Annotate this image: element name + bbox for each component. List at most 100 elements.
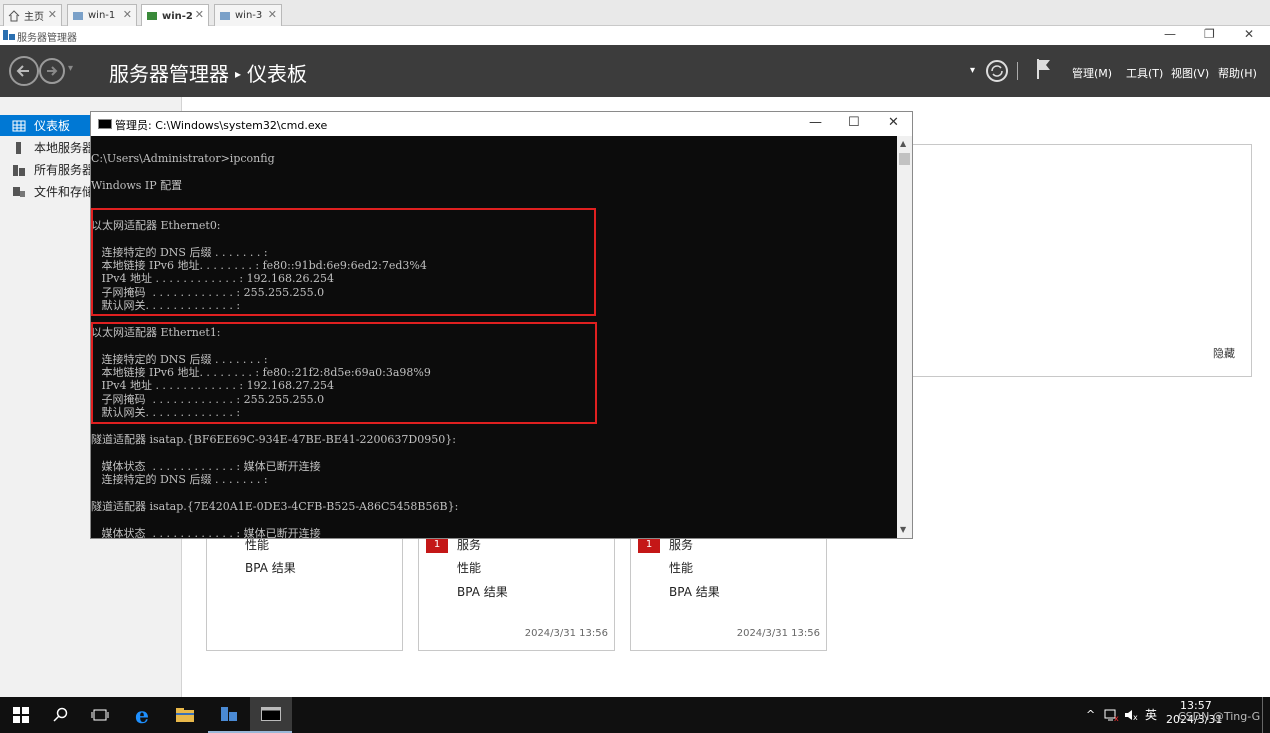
breadcrumb: 服务器管理器 ▸ 仪表板 xyxy=(109,58,307,87)
vm-tab-label: win-1 xyxy=(88,10,116,21)
server-manager-icon xyxy=(3,29,15,41)
close-button[interactable]: ✕ xyxy=(1244,27,1254,41)
cmd-close-button[interactable]: ✕ xyxy=(888,115,899,130)
vm-tab-win3[interactable]: win-3 ✕ xyxy=(214,4,282,26)
tile-timestamp: 2024/3/31 13:56 xyxy=(524,628,608,639)
close-icon[interactable]: ✕ xyxy=(123,8,132,21)
taskbar-ie[interactable]: e xyxy=(123,697,165,733)
close-icon[interactable]: ✕ xyxy=(268,8,277,21)
sidebar-item-label: 所有服务器 xyxy=(34,163,95,177)
page-title: 仪表板 xyxy=(247,62,308,86)
sidebar-item-label: 仪表板 xyxy=(34,119,71,133)
search-icon xyxy=(53,707,68,722)
search-button[interactable] xyxy=(40,697,82,733)
scrollbar-thumb[interactable] xyxy=(899,153,910,165)
app-title-bar: 服务器管理器 — ❐ ✕ xyxy=(0,26,1270,45)
cmd-icon xyxy=(98,119,112,129)
breadcrumb-separator: ▸ xyxy=(235,67,242,81)
highlight-box-ethernet0 xyxy=(91,208,596,316)
vm-tab-win1[interactable]: win-1 ✕ xyxy=(67,4,137,26)
hide-link[interactable]: 隐藏 xyxy=(1213,345,1235,361)
taskbar-server-manager[interactable] xyxy=(208,697,250,733)
close-icon[interactable]: ✕ xyxy=(48,8,57,21)
tray-overflow-icon[interactable]: ^ xyxy=(1086,708,1095,721)
tile-row-performance[interactable]: 性能 xyxy=(457,559,481,576)
cmd-maximize-button[interactable]: ☐ xyxy=(848,115,860,130)
tile-timestamp: 2024/3/31 13:56 xyxy=(736,628,820,639)
taskbar-cmd[interactable] xyxy=(250,697,292,733)
menu-view[interactable]: 视图(V) xyxy=(1171,65,1209,81)
servers-icon xyxy=(12,163,26,177)
tile-row-bpa[interactable]: BPA 结果 xyxy=(245,559,296,576)
folder-icon xyxy=(176,708,194,722)
taskbar: e ^ x x 英 13:57 2024/3/31 CSDN @Ting-G xyxy=(0,697,1270,733)
notification-flag-icon[interactable] xyxy=(1036,58,1052,83)
console-line: Windows IP 配置 xyxy=(91,179,183,192)
tile-row-bpa[interactable]: BPA 结果 xyxy=(669,583,720,600)
close-icon[interactable]: ✕ xyxy=(195,8,204,21)
show-desktop-button[interactable] xyxy=(1262,697,1263,733)
console-line: 媒体状态 . . . . . . . . . . . . : 媒体已断开连接 xyxy=(91,460,321,473)
server-manager-icon xyxy=(221,707,237,721)
vm-tab-bar: 主页 ✕ win-1 ✕ win-2 ✕ win-3 ✕ xyxy=(0,0,1270,27)
alert-count-badge: 1 xyxy=(638,537,660,553)
svg-text:x: x xyxy=(1133,713,1138,722)
menu-manage[interactable]: 管理(M) xyxy=(1072,65,1112,81)
vm-icon xyxy=(72,10,84,22)
vm-tab-label: win-3 xyxy=(235,10,263,21)
server-tile[interactable]: 性能 BPA 结果 xyxy=(206,535,403,651)
server-tile[interactable]: 1 服务 性能 BPA 结果 2024/3/31 13:56 xyxy=(418,535,615,651)
highlight-box-ethernet1 xyxy=(91,322,597,424)
svg-text:e: e xyxy=(135,704,149,726)
sidebar-item-label: 文件和存储 xyxy=(34,185,95,199)
divider xyxy=(1017,62,1018,80)
cmd-title: 管理员: C:\Windows\system32\cmd.exe xyxy=(115,119,328,132)
console-line: 媒体状态 . . . . . . . . . . . . : 媒体已断开连接 xyxy=(91,527,321,538)
vm-tab-label: 主页 xyxy=(24,12,44,23)
minimize-button[interactable]: — xyxy=(1164,27,1176,41)
server-tile[interactable]: 1 服务 性能 BPA 结果 2024/3/31 13:56 xyxy=(630,535,827,651)
sidebar-item-label: 本地服务器 xyxy=(34,141,95,155)
scroll-up-arrow-icon[interactable]: ▲ xyxy=(900,139,906,148)
task-view-button[interactable] xyxy=(79,697,121,733)
windows-logo-icon xyxy=(13,707,29,723)
ime-indicator[interactable]: 英 xyxy=(1145,706,1157,723)
console-output[interactable]: C:\Users\Administrator>ipconfig Windows … xyxy=(91,136,897,538)
network-icon[interactable]: x xyxy=(1104,708,1120,725)
menu-help[interactable]: 帮助(H) xyxy=(1218,65,1257,81)
cmd-scrollbar[interactable]: ▲ ▼ xyxy=(897,136,912,538)
cmd-title-bar[interactable]: 管理员: C:\Windows\system32\cmd.exe — ☐ ✕ xyxy=(91,112,912,136)
menu-tools[interactable]: 工具(T) xyxy=(1126,65,1163,81)
vm-tab-win2[interactable]: win-2 ✕ xyxy=(141,4,209,27)
scroll-down-arrow-icon[interactable]: ▼ xyxy=(900,525,906,534)
refresh-dropdown[interactable]: ▾ xyxy=(970,65,975,76)
tile-row-performance[interactable]: 性能 xyxy=(669,559,693,576)
history-dropdown[interactable]: ▾ xyxy=(68,63,73,74)
storage-icon xyxy=(12,185,26,199)
server-icon xyxy=(12,141,26,155)
vm-tab-home[interactable]: 主页 ✕ xyxy=(3,4,62,26)
arrow-right-icon xyxy=(47,66,58,76)
internet-explorer-icon: e xyxy=(135,704,149,726)
console-line: 连接特定的 DNS 后缀 . . . . . . . : xyxy=(91,473,268,486)
breadcrumb-root[interactable]: 服务器管理器 xyxy=(109,62,229,86)
cmd-window[interactable]: 管理员: C:\Windows\system32\cmd.exe — ☐ ✕ C… xyxy=(90,111,913,539)
cmd-minimize-button[interactable]: — xyxy=(809,115,822,130)
forward-button[interactable] xyxy=(39,58,65,84)
dashboard-icon xyxy=(12,119,26,133)
back-button[interactable] xyxy=(9,56,39,86)
console-line: C:\Users\Administrator>ipconfig xyxy=(91,152,275,165)
vm-icon xyxy=(146,10,158,22)
watermark-text: CSDN @Ting-G xyxy=(1178,710,1261,723)
tile-row-bpa[interactable]: BPA 结果 xyxy=(457,583,508,600)
restore-button[interactable]: ❐ xyxy=(1204,27,1215,41)
sidebar-item-dashboard[interactable]: 仪表板 xyxy=(0,115,92,136)
start-button[interactable] xyxy=(0,697,42,733)
volume-muted-icon[interactable]: x xyxy=(1124,708,1140,725)
cmd-icon xyxy=(261,707,281,721)
welcome-panel: 隐藏 xyxy=(910,144,1252,377)
vm-icon xyxy=(219,10,231,22)
refresh-icon[interactable] xyxy=(986,60,1008,82)
home-icon xyxy=(8,9,20,22)
taskbar-file-explorer[interactable] xyxy=(164,697,206,733)
